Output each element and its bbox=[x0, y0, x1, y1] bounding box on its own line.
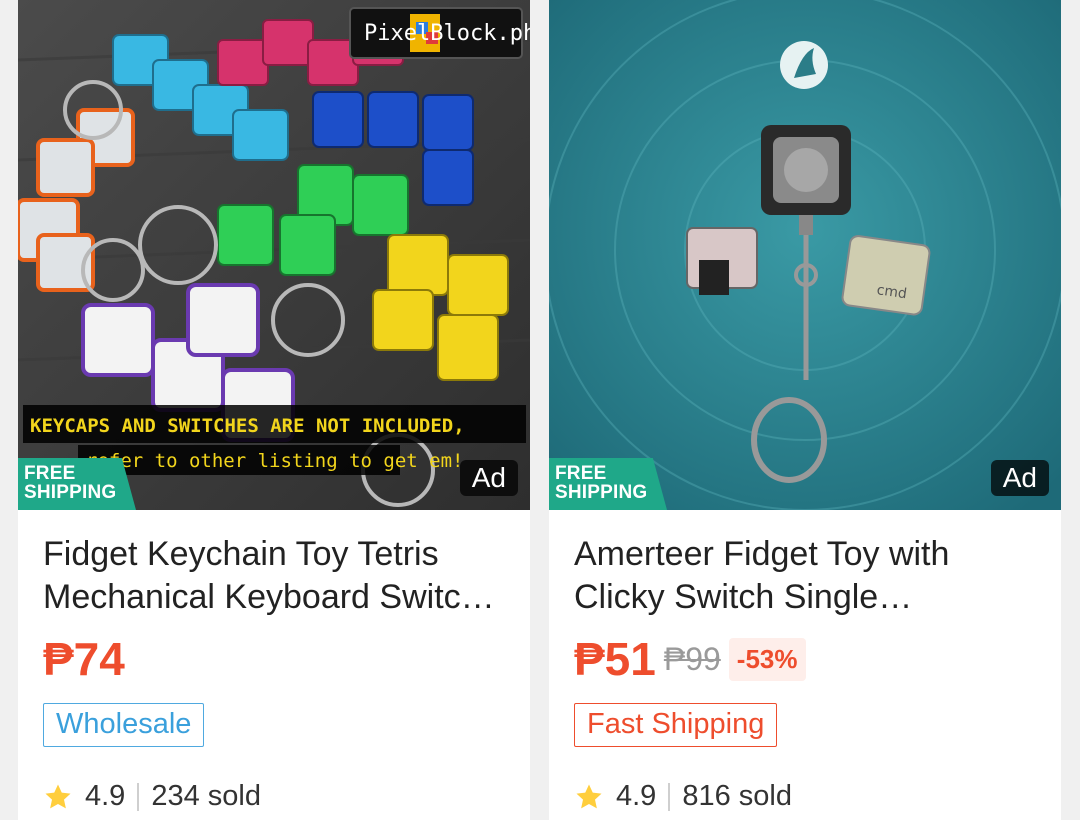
price-row: ₱51 ₱99 -53% bbox=[574, 632, 806, 686]
rating-row: 4.9 234 sold bbox=[43, 780, 261, 813]
sold-count: 816 sold bbox=[682, 780, 792, 812]
rating-value: 4.9 bbox=[616, 780, 657, 812]
brand-watermark: PixelBlock.ph bbox=[364, 21, 530, 46]
star-icon bbox=[45, 784, 71, 808]
price: ₱74 bbox=[43, 633, 125, 685]
product-image[interactable]: cmd FREE SHIPPING Ad bbox=[549, 0, 1061, 510]
free-shipping-badge: FREE SHIPPING bbox=[18, 458, 136, 510]
rating-value: 4.9 bbox=[85, 780, 126, 812]
free-shipping-text-2: SHIPPING bbox=[555, 482, 648, 503]
product-image[interactable]: PixelBlock.ph KEYCAPS AND SWITCHES ARE N… bbox=[18, 0, 530, 510]
free-shipping-badge: FREE SHIPPING bbox=[549, 458, 667, 510]
product-card-2[interactable]: cmd FREE SHIPPING Ad Amerteer Fidget Toy… bbox=[549, 0, 1061, 820]
divider bbox=[668, 782, 671, 811]
ad-badge: Ad bbox=[990, 460, 1049, 496]
caption-line-1: KEYCAPS AND SWITCHES ARE NOT INCLUDED, bbox=[30, 415, 465, 437]
original-price: ₱99 bbox=[663, 640, 721, 677]
discount-badge: -53% bbox=[728, 637, 806, 681]
divider bbox=[137, 782, 140, 811]
free-shipping-text-1: FREE bbox=[555, 463, 607, 484]
wholesale-tag: Wholesale bbox=[43, 703, 205, 747]
price: ₱51 bbox=[574, 633, 656, 685]
star-icon bbox=[576, 784, 602, 808]
rating-row: 4.9 816 sold bbox=[574, 780, 792, 813]
sold-count: 234 sold bbox=[151, 780, 261, 812]
brand-logo-icon bbox=[780, 41, 828, 89]
caption-line-2: refer to other listing to get em! bbox=[86, 450, 464, 472]
ad-badge: Ad bbox=[459, 460, 518, 496]
product-title[interactable]: Amerteer Fidget Toy with Clicky Switch S… bbox=[574, 533, 1026, 619]
product-title[interactable]: Fidget Keychain Toy Tetris Mechanical Ke… bbox=[43, 533, 495, 619]
price-row: ₱74 bbox=[43, 632, 125, 686]
free-shipping-text-2: SHIPPING bbox=[24, 482, 117, 503]
fast-shipping-tag: Fast Shipping bbox=[574, 703, 778, 747]
free-shipping-text-1: FREE bbox=[24, 463, 76, 484]
product-card-1[interactable]: PixelBlock.ph KEYCAPS AND SWITCHES ARE N… bbox=[18, 0, 530, 820]
